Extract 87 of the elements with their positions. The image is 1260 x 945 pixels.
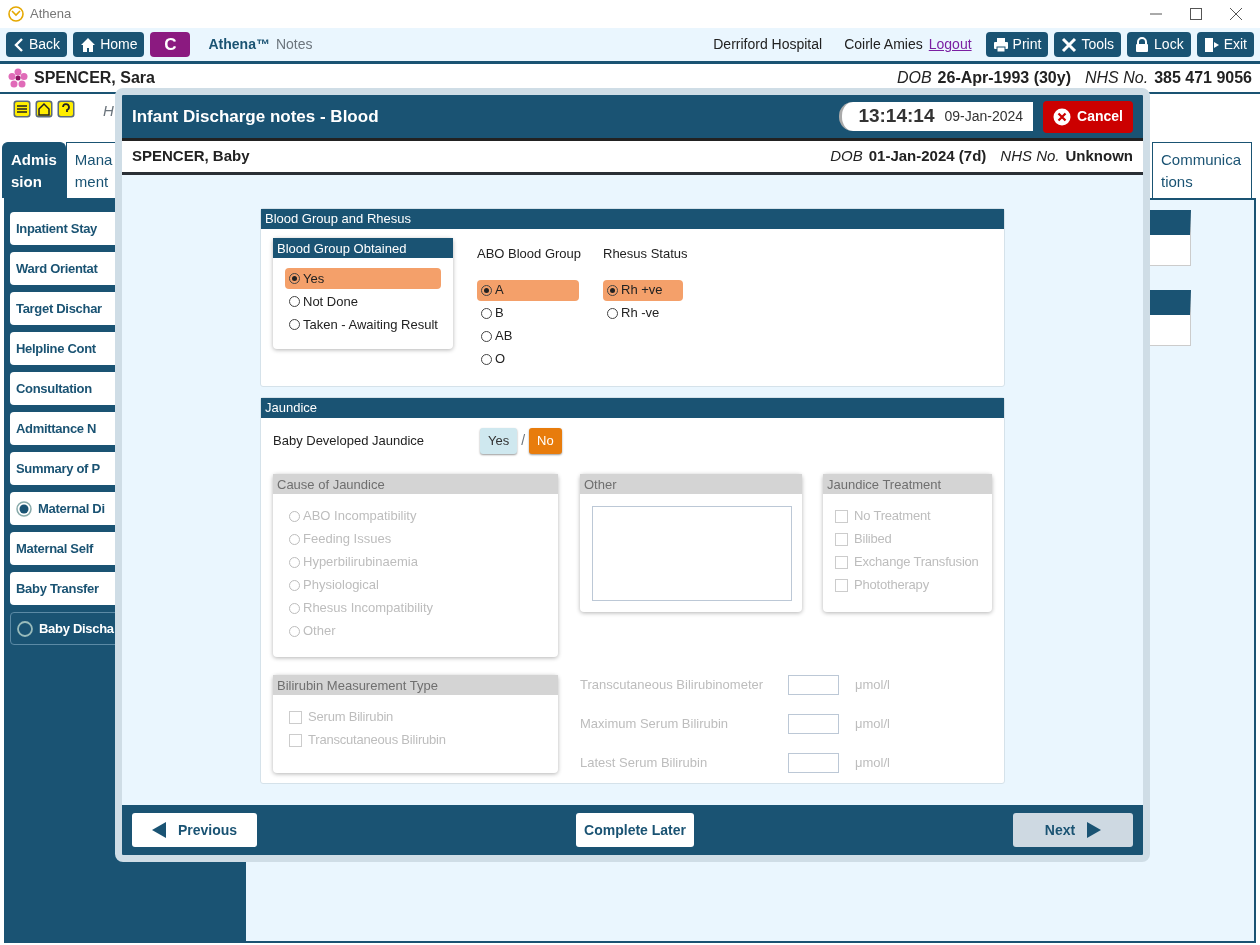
patient-name: SPENCER, Baby <box>132 146 250 167</box>
radio-option[interactable]: Yes <box>285 268 441 289</box>
checkbox-option: Phototherapy <box>831 574 933 596</box>
unit-label: μmol/l <box>855 675 890 694</box>
radio-option: Physiological <box>285 574 546 596</box>
checkbox-option: Bilibed <box>831 528 896 550</box>
radio-option[interactable]: A <box>477 279 579 301</box>
app-badge[interactable]: C <box>150 32 191 57</box>
question-label: Baby Developed Jaundice <box>273 431 426 450</box>
radio-empty-icon <box>17 620 33 637</box>
checkbox-option: No Treatment <box>831 505 935 527</box>
window-title: Athena <box>30 5 72 24</box>
alert-info-icon <box>57 100 75 118</box>
cancel-button[interactable]: Cancel <box>1043 100 1133 133</box>
alert-list-icon <box>13 100 31 118</box>
dob-label: DOB <box>896 68 932 88</box>
radio-option[interactable]: Rh -ve <box>603 302 683 324</box>
checkbox-option: Serum Bilirubin <box>285 706 398 728</box>
triangle-right-icon <box>1087 822 1102 838</box>
toolbar-button[interactable]: Exit <box>1196 32 1254 57</box>
alert-home-icon <box>35 100 53 118</box>
clock-time: 13:14:14 <box>858 104 935 129</box>
radio-option: Rhesus Incompatibility <box>285 597 546 619</box>
logout-link[interactable]: Logout <box>928 34 972 55</box>
toolbar-button[interactable]: Home <box>73 32 145 57</box>
radio-option: Feeding Issues <box>285 528 546 550</box>
triangle-left-icon <box>152 822 166 838</box>
nhs-label: NHS No. <box>1000 146 1060 167</box>
dob-value: 01-Jan-2024 (7d) <box>868 146 987 167</box>
group-header: Jaundice Treatment <box>823 473 992 494</box>
unit-label: μmol/l <box>855 753 890 772</box>
unit-label: μmol/l <box>855 714 890 733</box>
toolbar-button[interactable]: Print <box>985 32 1049 57</box>
dialog-title: Infant Discharge notes - Blood <box>132 105 379 128</box>
dob-label: DOB <box>830 146 863 167</box>
maximize-icon[interactable] <box>1190 8 1202 20</box>
section-header: Blood Group and Rhesus <box>261 209 1004 229</box>
user-name: Coirle Amies <box>844 35 923 54</box>
hospital-name: Derriford Hospital <box>713 35 823 54</box>
radio-option[interactable]: Rh +ve <box>603 279 683 301</box>
radio-option[interactable]: Taken - Awaiting Result <box>285 314 441 335</box>
nhs-label: NHS No. <box>1085 68 1149 88</box>
app-section: Notes <box>275 34 313 55</box>
toolbar-button[interactable]: Tools <box>1054 32 1122 57</box>
group-header: Cause of Jaundice <box>273 473 558 494</box>
hint-text: H <box>103 101 114 121</box>
home-icon <box>80 36 97 53</box>
group-header: Bilirubin Measurement Type <box>273 674 558 695</box>
radio-option[interactable]: AB <box>477 325 579 347</box>
tab[interactable]: Admis sion <box>2 142 66 198</box>
checkbox-option: Transcutaneous Bilirubin <box>285 729 450 751</box>
patient-name: SPENCER, Sara <box>34 68 155 88</box>
flower-icon <box>8 68 28 88</box>
tab[interactable]: Communica tions <box>1152 142 1252 198</box>
app-logo-icon <box>8 6 24 22</box>
answer-button[interactable]: Yes <box>480 427 518 454</box>
close-circle-icon <box>1053 107 1072 126</box>
group-header: Blood Group Obtained <box>273 238 453 258</box>
brand-name: Athena™ <box>208 35 270 54</box>
group-header: Other <box>580 473 802 494</box>
radio-option: Hyperbilirubinaemia <box>285 551 546 573</box>
dob-value: 26-Apr-1993 (30y) <box>937 68 1071 88</box>
complete-later-button[interactable]: Complete Later <box>576 813 695 847</box>
exit-icon <box>1203 36 1220 53</box>
radio-filled-icon <box>16 500 32 517</box>
toolbar-button[interactable]: Lock <box>1127 32 1191 57</box>
column-label: ABO Blood Group <box>477 245 579 263</box>
lock-icon <box>1134 36 1151 53</box>
checkbox-option: Exchange Transfusion <box>831 551 983 573</box>
chevron-left-icon <box>13 36 25 53</box>
field-label: Maximum Serum Bilirubin <box>580 714 730 733</box>
radio-option[interactable]: B <box>477 302 579 324</box>
field-label: Latest Serum Bilirubin <box>580 753 709 772</box>
separator-text: / <box>521 431 526 450</box>
section-header: Jaundice <box>261 397 1004 418</box>
close-icon[interactable] <box>1230 8 1242 20</box>
previous-button[interactable]: Previous <box>132 813 258 847</box>
nhs-number: Unknown <box>1065 146 1133 167</box>
toolbar-button[interactable]: Back <box>6 32 68 57</box>
field-label: Transcutaneous Bilirubinometer <box>580 675 765 694</box>
radio-option[interactable]: O <box>477 348 579 370</box>
date-text: 09-Jan-2024 <box>944 107 1024 126</box>
radio-option: ABO Incompatibility <box>285 505 546 527</box>
radio-option[interactable]: Not Done <box>285 291 441 312</box>
nhs-number: 385 471 9056 <box>1154 68 1252 88</box>
radio-option: Other <box>285 620 546 642</box>
printer-icon <box>992 36 1009 53</box>
